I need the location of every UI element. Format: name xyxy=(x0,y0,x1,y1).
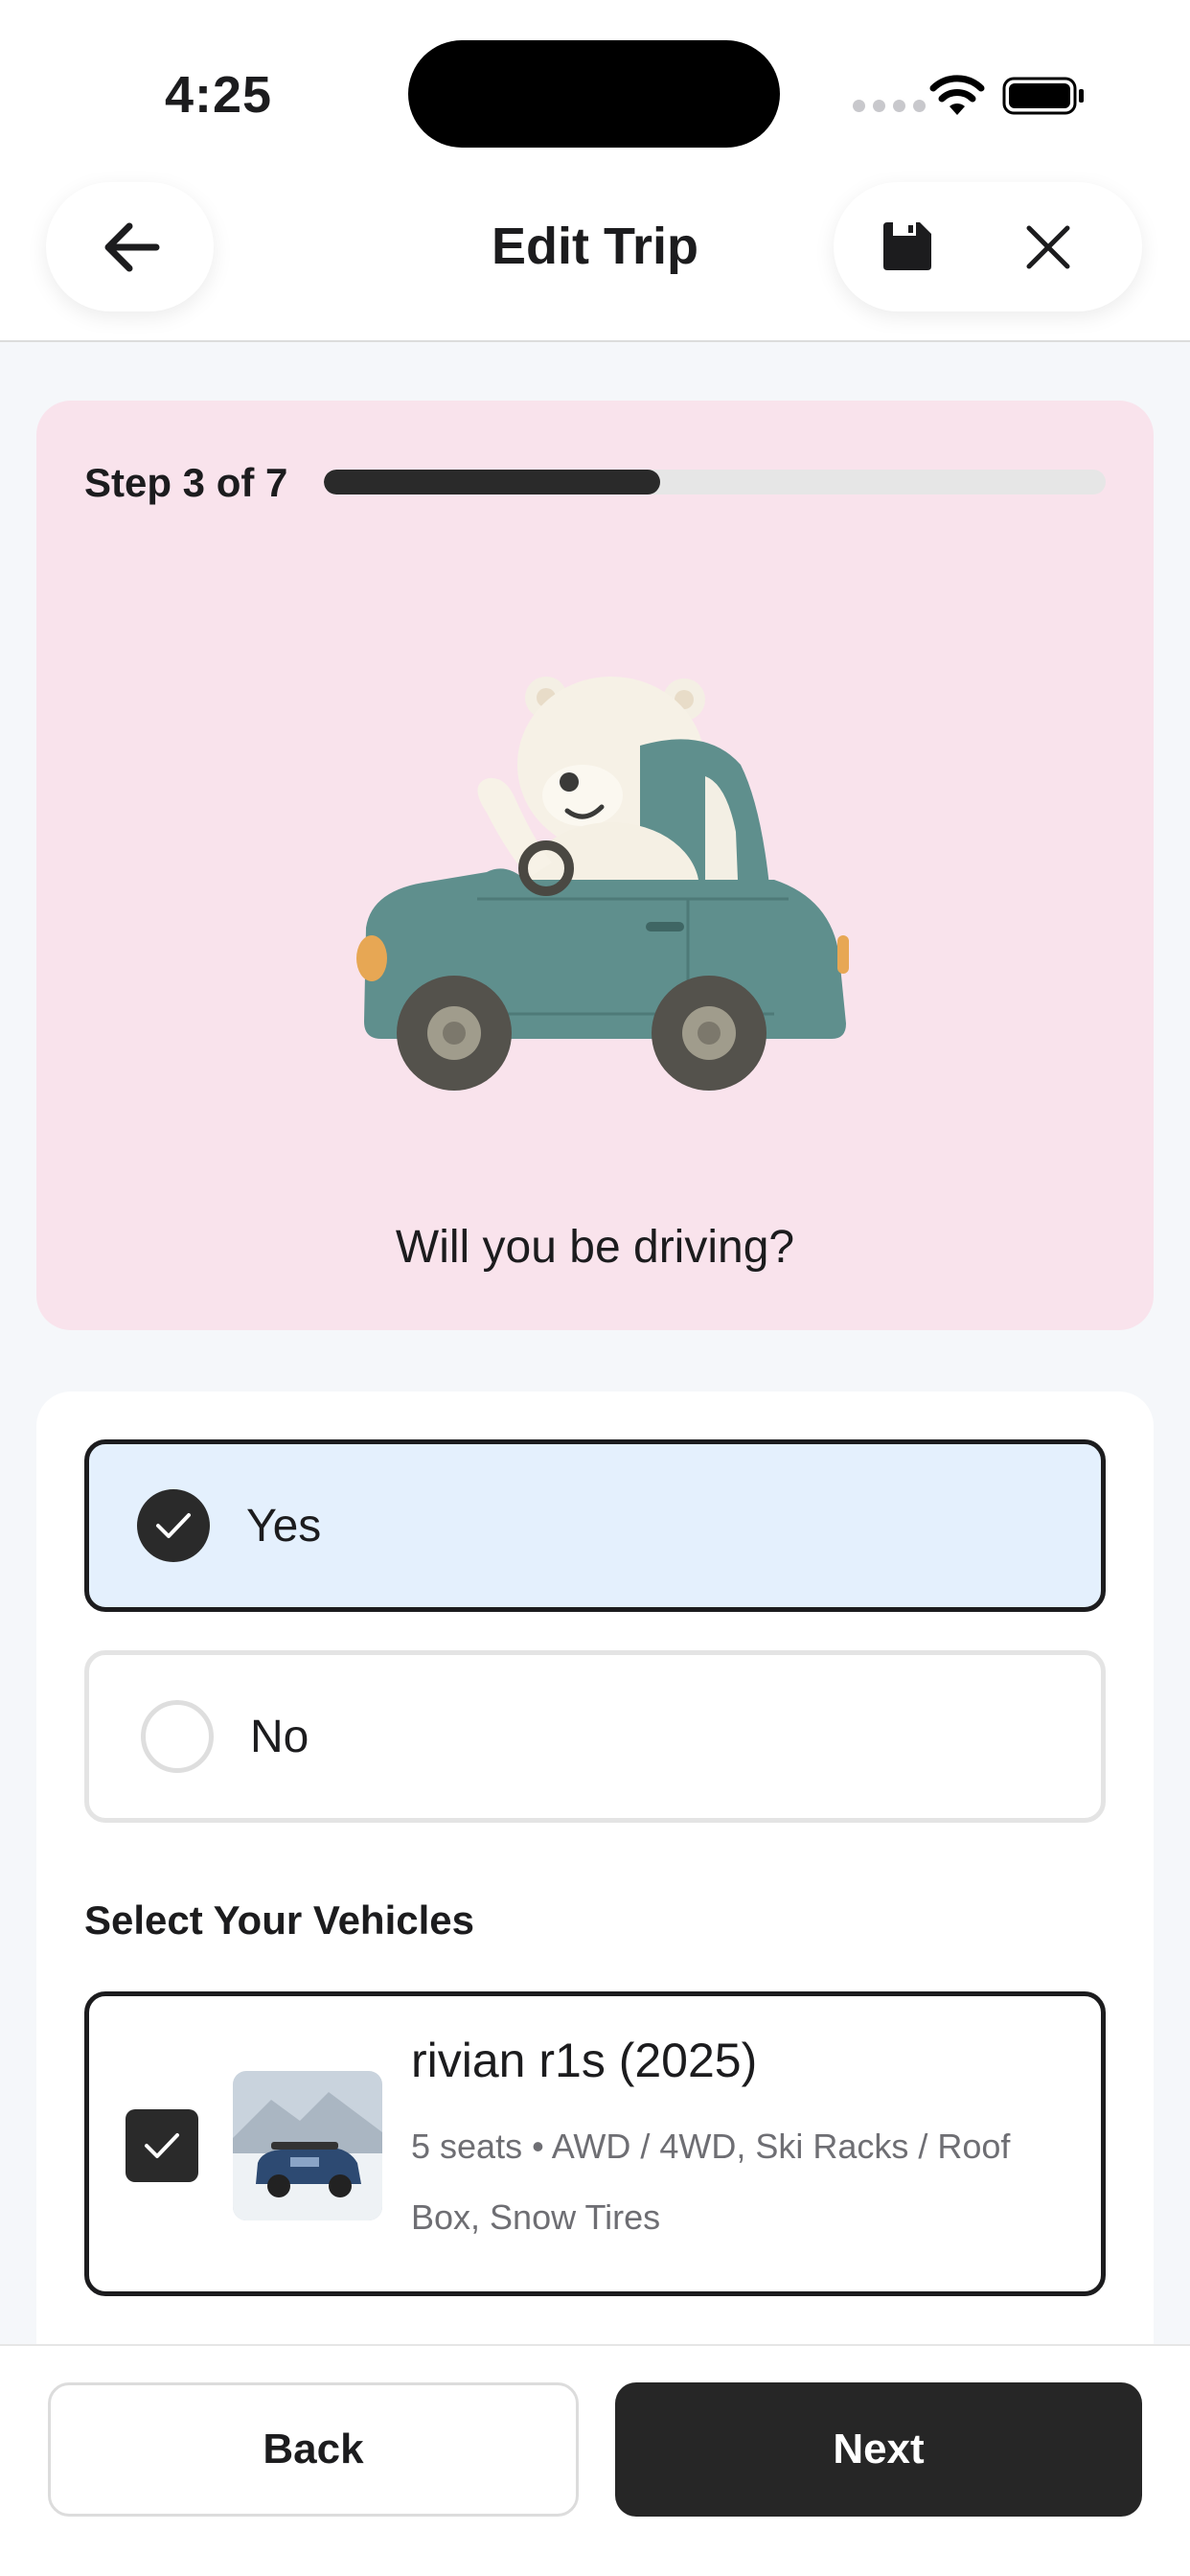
status-bar: 4:25 xyxy=(0,0,1190,182)
back-button[interactable]: Back xyxy=(48,2382,579,2517)
vehicle-name: rivian r1s (2025) xyxy=(411,2034,758,2087)
vehicle-card[interactable]: rivian r1s (2025) 5 seats • AWD / 4WD, S… xyxy=(84,1991,1106,2296)
option-no-label: No xyxy=(250,1711,309,1762)
vehicle-photo xyxy=(233,2071,382,2220)
battery-icon xyxy=(1002,77,1084,115)
vehicles-section-title: Select Your Vehicles xyxy=(84,1898,474,1943)
progress-track xyxy=(324,470,1106,494)
header-actions xyxy=(834,182,1142,311)
bear-driving-car-illustration xyxy=(356,677,849,1091)
radio-checked[interactable] xyxy=(137,1489,210,1562)
question-text: Will you be driving? xyxy=(395,1222,795,1273)
checkmark-icon xyxy=(156,1513,191,1538)
close-icon[interactable] xyxy=(1021,220,1075,274)
dynamic-island xyxy=(408,40,780,148)
header: Edit Trip xyxy=(0,182,1190,342)
vehicle-details: 5 seats • AWD / 4WD, Ski Racks / Roof Bo… xyxy=(411,2127,1011,2237)
option-yes-label: Yes xyxy=(246,1500,322,1552)
next-button[interactable]: Next xyxy=(615,2382,1142,2517)
vehicle-checkbox[interactable] xyxy=(126,2109,198,2182)
step-label: Step 3 of 7 xyxy=(84,460,288,505)
wifi-icon xyxy=(929,75,985,115)
bottom-bar: Back Next xyxy=(0,2344,1190,2576)
status-time: 4:25 xyxy=(165,66,273,124)
option-yes[interactable]: Yes xyxy=(84,1439,1106,1612)
cellular-signal-icon xyxy=(853,100,926,112)
option-no[interactable]: No xyxy=(84,1650,1106,1823)
save-icon[interactable] xyxy=(880,220,933,274)
radio-unchecked[interactable] xyxy=(141,1700,214,1773)
options-card: Yes No Select Your Vehicles rivian r1s (… xyxy=(36,1392,1154,2350)
progress-fill xyxy=(324,470,660,494)
hero-card: Step 3 of 7 Will you be driving? xyxy=(36,401,1154,1330)
checkmark-icon xyxy=(145,2133,179,2158)
